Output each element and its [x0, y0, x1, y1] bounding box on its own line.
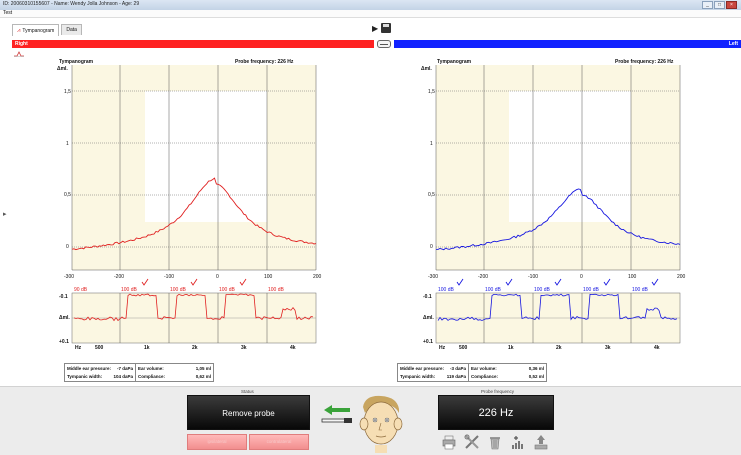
- menu-test[interactable]: Test: [3, 10, 12, 17]
- reflex-level: 100 dB: [438, 287, 454, 293]
- tab-tympanogram[interactable]: ⩘ Tympanogram: [12, 24, 60, 36]
- comp-value: 0,62 ml: [195, 373, 211, 379]
- right-tympanogram-chart: [71, 65, 317, 344]
- tab-label: Tympanogram: [22, 27, 55, 34]
- reflex-level: 100 dB: [170, 287, 186, 293]
- tab-label: Data: [66, 27, 77, 33]
- tympanogram-mini-icon[interactable]: [14, 51, 24, 57]
- reflex-level: 90 dB: [74, 287, 88, 293]
- remove-probe-button[interactable]: Remove probe: [187, 395, 310, 430]
- normal-range-box: [145, 91, 267, 222]
- reflex-y-tick: -0.1: [423, 294, 432, 300]
- mep-value: -7 daPa: [117, 366, 134, 372]
- tw-label: Tympanic width:: [67, 373, 103, 379]
- save-icon[interactable]: [381, 23, 392, 33]
- expand-side-panel-icon[interactable]: ▸: [3, 210, 7, 218]
- comp-label: Compliance:: [471, 373, 499, 379]
- maximize-button[interactable]: □: [714, 1, 725, 9]
- comp-value: 0,52 ml: [528, 373, 544, 379]
- reflex-x-label: 500: [95, 345, 104, 351]
- settings-tools-icon[interactable]: [464, 434, 480, 450]
- reflex-check-icon: [239, 278, 247, 286]
- comp-label: Compliance:: [138, 373, 166, 379]
- ear-bars: Right Left: [12, 40, 741, 48]
- reflex-x-label: 1k: [508, 345, 514, 351]
- reflex-level: 100 dB: [583, 287, 599, 293]
- tw-value: 104 daPa: [113, 373, 134, 379]
- tympanogram-icon: ⩘: [17, 27, 21, 34]
- reflex-x-label: 3k: [241, 345, 247, 351]
- reflex-y-unit: Δml.: [423, 315, 434, 321]
- mep-value: -3 daPa: [450, 366, 467, 372]
- reflex-y-tick: -0.1: [59, 294, 68, 300]
- reflex-y-unit: Δml.: [59, 315, 70, 321]
- reflex-check-marks: [456, 278, 659, 286]
- mep-label: Middle ear pressure:: [400, 366, 445, 372]
- probe-frequency-display[interactable]: 226 Hz: [438, 395, 554, 430]
- right-ear-panel: Tympanogram Probe frequency: 226 Hz Δml.…: [45, 57, 327, 382]
- reflex-x-label: 500: [459, 345, 468, 351]
- reflex-check-icon: [456, 278, 464, 286]
- tab-strip: ⩘ Tympanogram Data: [12, 24, 82, 36]
- reflex-level: 100 dB: [121, 287, 137, 293]
- status-label: Status: [241, 389, 254, 394]
- minimize-button[interactable]: _: [702, 1, 713, 9]
- reflex-x-label: 3k: [605, 345, 611, 351]
- reflex-x-label: 4k: [654, 345, 660, 351]
- probe-frequency-caption: Probe frequency: [481, 389, 515, 394]
- close-button[interactable]: ×: [726, 1, 737, 9]
- probe-insertion-arrows-icon: [321, 405, 352, 423]
- left-ear-bar[interactable]: Left: [394, 40, 741, 48]
- reflex-level: 100 dB: [534, 287, 550, 293]
- reflex-level: 100 dB: [485, 287, 501, 293]
- reflex-x-label: 2k: [556, 345, 562, 351]
- ev-label: Ear volume:: [471, 366, 497, 372]
- contralateral-button[interactable]: contralateral: [249, 434, 309, 450]
- reflex-x-label: 2k: [192, 345, 198, 351]
- trash-icon[interactable]: [487, 434, 503, 450]
- reflex-x-label: 4k: [290, 345, 296, 351]
- reflex-level: 100 dB: [632, 287, 648, 293]
- reflex-check-icon: [651, 278, 659, 286]
- mep-label: Middle ear pressure:: [67, 366, 112, 372]
- ev-value: 1,05 ml: [195, 366, 211, 372]
- top-toolstrip: ▶: [372, 23, 392, 33]
- reflex-check-icon: [603, 278, 611, 286]
- play-icon[interactable]: ▶: [372, 24, 378, 33]
- reflex-check-icon: [505, 278, 513, 286]
- printer-icon[interactable]: [441, 434, 457, 450]
- upload-icon[interactable]: [533, 434, 549, 450]
- menu-bar: Test: [0, 10, 741, 18]
- ev-label: Ear volume:: [138, 366, 164, 372]
- normal-range-box: [509, 91, 631, 222]
- results-summary: Middle ear pressure: -3 daPa Tympanic wid…: [397, 363, 547, 382]
- reflex-chart-icon[interactable]: [510, 434, 526, 450]
- reflex-x-label: 1k: [144, 345, 150, 351]
- link-ears-icon[interactable]: [377, 40, 391, 48]
- reflex-check-icon: [141, 278, 149, 286]
- reflex-y-tick: +0.1: [59, 339, 69, 345]
- ev-value: 0,36 ml: [528, 366, 544, 372]
- ipsilateral-button[interactable]: ipsilateral: [187, 434, 247, 450]
- reflex-level: 100 dB: [268, 287, 284, 293]
- reflex-level: 100 dB: [219, 287, 235, 293]
- left-tympanogram-chart: [435, 65, 681, 344]
- reflex-check-icon: [554, 278, 562, 286]
- tw-label: Tympanic width:: [400, 373, 436, 379]
- window-title: ID: 20060310155607 - Name: Wendy Jolla J…: [3, 1, 140, 7]
- reflex-y-tick: +0.1: [423, 339, 433, 345]
- reflex-check-icon: [190, 278, 198, 286]
- right-ear-bar[interactable]: Right: [12, 40, 374, 48]
- patient-head-icon: [359, 395, 403, 453]
- reflex-x-label: Hz: [75, 345, 82, 351]
- left-ear-panel: Tympanogram Probe frequency: 226 Hz Δml.…: [397, 57, 691, 382]
- results-summary: Middle ear pressure: -7 daPa Tympanic wid…: [64, 363, 214, 382]
- reflex-x-label: Hz: [439, 345, 446, 351]
- reflex-check-marks: [141, 278, 247, 286]
- tab-data[interactable]: Data: [61, 24, 82, 35]
- bottom-control-panel: Status Remove probe ipsilateral contrala…: [0, 386, 741, 455]
- tw-value: 119 daPa: [446, 373, 467, 379]
